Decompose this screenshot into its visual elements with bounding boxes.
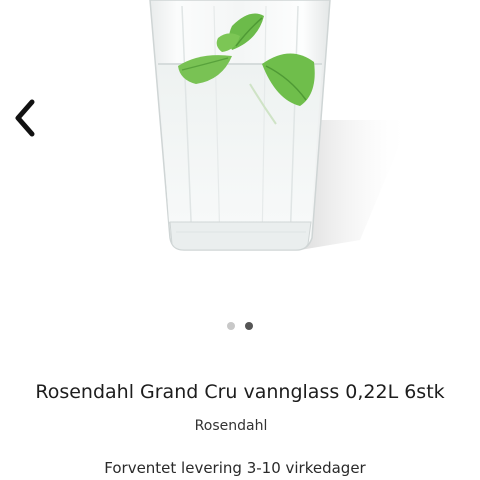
carousel-dot-1[interactable] bbox=[227, 322, 235, 330]
previous-image-button[interactable] bbox=[8, 96, 44, 140]
product-brand[interactable]: Rosendahl bbox=[0, 415, 462, 437]
product-title: Rosendahl Grand Cru vannglass 0,22L 6stk bbox=[35, 381, 445, 403]
carousel-dot-2-active[interactable] bbox=[245, 322, 253, 330]
product-image bbox=[149, 0, 410, 251]
chevron-left-icon bbox=[15, 99, 35, 137]
carousel-dots bbox=[0, 322, 480, 334]
product-image-gallery[interactable] bbox=[0, 0, 480, 300]
delivery-estimate: Forventet levering 3-10 virkedager bbox=[104, 459, 366, 477]
